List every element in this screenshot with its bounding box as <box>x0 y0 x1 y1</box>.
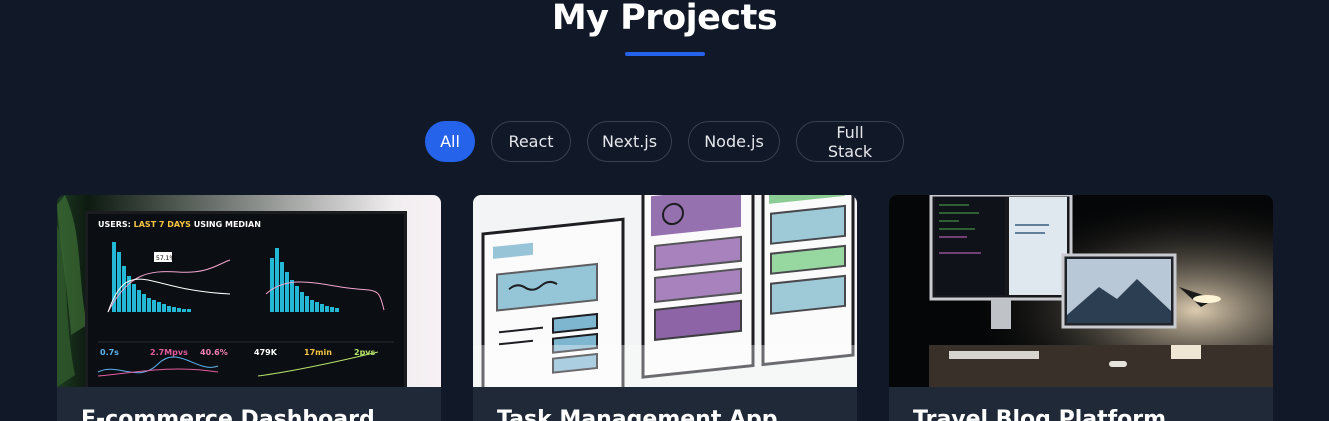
filter-nextjs-button[interactable]: Next.js <box>587 121 672 162</box>
title-underline <box>625 52 705 56</box>
stat-value: 40.6% <box>200 348 228 357</box>
wireframe-sketch-image <box>473 195 857 387</box>
project-image-dashboard: USERS: LAST 7 DAYS USING MEDIAN 57.1% 0.… <box>57 195 441 387</box>
filter-bar: All React Next.js Node.js Full Stack <box>0 121 1329 162</box>
project-title: Task Management App <box>497 407 778 421</box>
stat-value: 479K <box>254 348 277 357</box>
filter-fullstack-button[interactable]: Full Stack <box>796 121 904 162</box>
dashboard-charts: 57.1% <box>97 242 394 377</box>
filter-react-button[interactable]: React <box>491 121 571 162</box>
desk-setup-image <box>889 195 1273 387</box>
laptop-screen: USERS: LAST 7 DAYS USING MEDIAN 57.1% 0.… <box>85 211 407 387</box>
tooltip-text: 57.1% <box>156 255 175 262</box>
stat-value: 0.7s <box>100 348 119 357</box>
project-title: Travel Blog Platform <box>913 407 1167 421</box>
stat-value: 2.7Mpvs <box>150 348 188 357</box>
filter-nodejs-button[interactable]: Node.js <box>688 121 780 162</box>
stat-value: 2pvs <box>354 348 376 357</box>
section-title: My Projects <box>551 0 778 38</box>
project-image-desk <box>889 195 1273 387</box>
filter-all-button[interactable]: All <box>425 121 475 162</box>
project-image-wireframe <box>473 195 857 387</box>
project-title: E-commerce Dashboard <box>81 407 375 421</box>
stat-value: 17min <box>304 348 332 357</box>
project-card[interactable]: USERS: LAST 7 DAYS USING MEDIAN 57.1% 0.… <box>57 195 441 421</box>
project-card[interactable]: Task Management App <box>473 195 857 421</box>
project-card[interactable]: Travel Blog Platform <box>889 195 1273 421</box>
